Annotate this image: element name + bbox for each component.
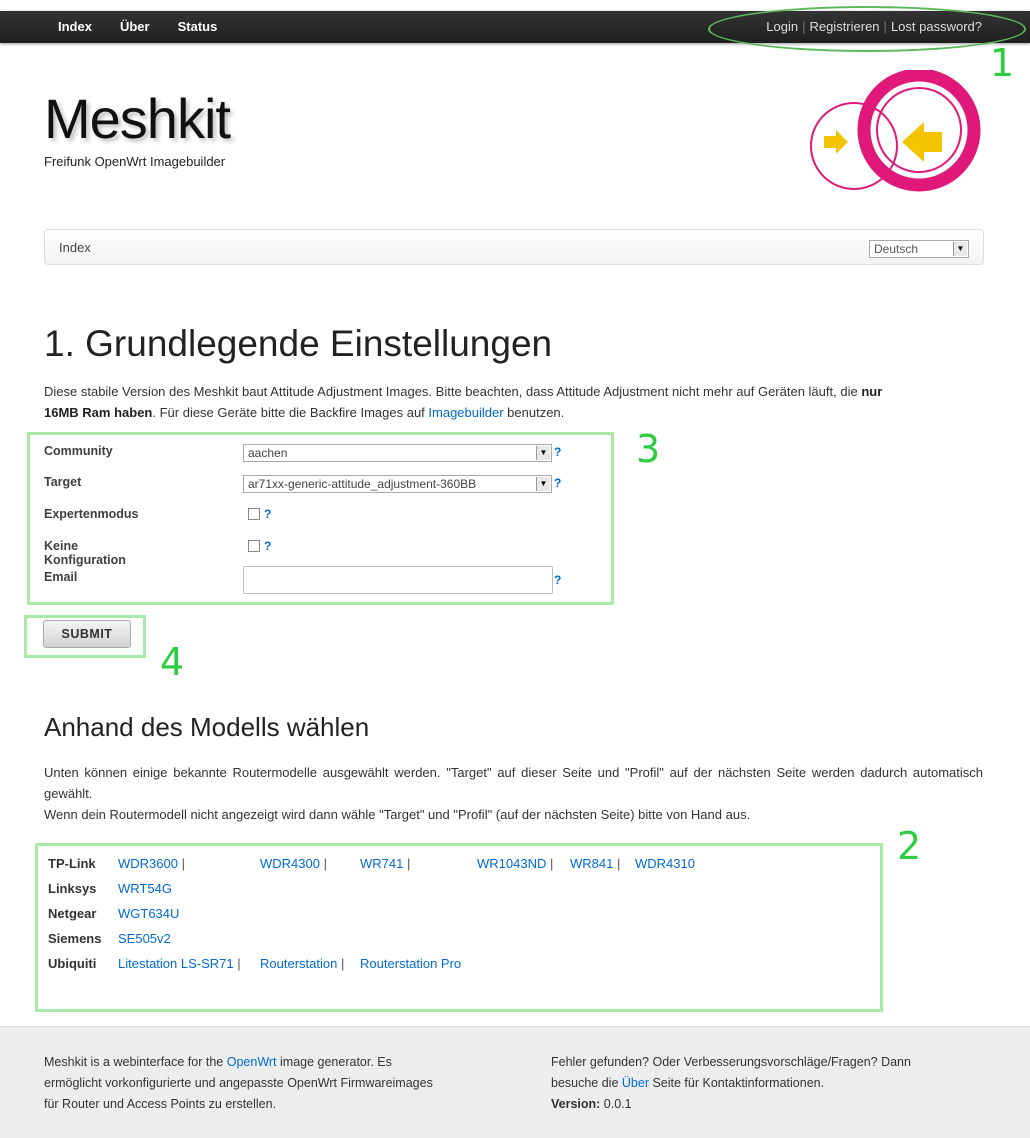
annotation-number-2: 2: [897, 824, 922, 868]
breadcrumb-index[interactable]: Index: [59, 240, 91, 255]
email-input[interactable]: [243, 566, 553, 594]
vendor-label: Ubiquiti: [48, 956, 97, 971]
separator: |: [181, 856, 185, 871]
annotation-number-4: 4: [160, 640, 185, 684]
chevron-down-icon: ▼: [953, 242, 967, 256]
footer-text: image generator. Es: [276, 1055, 392, 1069]
nav-uber[interactable]: Über: [106, 11, 164, 43]
models-description: Unten können einige bekannte Routermodel…: [44, 762, 983, 825]
meshkit-logo-icon: [810, 70, 981, 192]
nav-status[interactable]: Status: [164, 11, 232, 43]
chevron-down-icon: ▼: [536, 446, 550, 460]
chevron-down-icon: ▼: [536, 477, 550, 491]
language-select[interactable]: Deutsch ▼: [869, 240, 969, 258]
community-select[interactable]: aachen ▼: [243, 444, 552, 462]
router-link[interactable]: WR841: [570, 856, 613, 871]
separator: |: [406, 856, 411, 871]
separator: |: [323, 856, 327, 871]
noconfig-checkbox[interactable]: [248, 540, 260, 552]
annotation-number-3: 3: [636, 427, 661, 471]
noconfig-help-icon[interactable]: ?: [264, 539, 271, 553]
community-value: aachen: [248, 446, 288, 460]
target-value: ar71xx-generic-attitude_adjustment-360BB: [248, 477, 477, 491]
router-link[interactable]: WGT634U: [118, 906, 179, 921]
intro-part: Diese stabile Version des Meshkit baut A…: [44, 384, 862, 399]
version-label: Version:: [551, 1097, 601, 1111]
submit-button[interactable]: SUBMIT: [43, 620, 131, 648]
target-select[interactable]: ar71xx-generic-attitude_adjustment-360BB…: [243, 475, 552, 493]
router-link[interactable]: WDR4310: [635, 856, 695, 871]
expert-label: Expertenmodus: [44, 507, 139, 521]
footer-text: für Router und Access Points zu erstelle…: [44, 1097, 277, 1111]
router-link[interactable]: WDR3600: [118, 856, 178, 871]
footer-about: Meshkit is a webinterface for the OpenWr…: [44, 1052, 433, 1115]
email-help-icon[interactable]: ?: [554, 573, 561, 587]
router-link[interactable]: WDR4300: [260, 856, 320, 871]
expert-help-icon[interactable]: ?: [264, 507, 271, 521]
community-help-icon[interactable]: ?: [554, 445, 561, 459]
separator: |: [549, 856, 554, 871]
imagebuilder-link[interactable]: Imagebuilder: [428, 405, 503, 420]
breadcrumb: Index Deutsch ▼: [44, 229, 984, 265]
page-title: 1. Grundlegende Einstellungen: [44, 323, 553, 364]
footer-text: Fehler gefunden? Oder Verbesserungsvorsc…: [551, 1055, 911, 1069]
site-subtitle: Freifunk OpenWrt Imagebuilder: [44, 154, 226, 169]
router-link[interactable]: WR741: [360, 856, 403, 871]
site-title: Meshkit: [44, 87, 231, 150]
openwrt-link[interactable]: OpenWrt: [227, 1055, 277, 1069]
intro-bold: 16MB Ram haben: [44, 405, 153, 420]
intro-part: . Für diese Geräte bitte die Backfire Im…: [152, 405, 429, 420]
separator: |: [340, 956, 345, 971]
footer-text: ermöglicht vorkonfigurierte und angepass…: [44, 1076, 433, 1090]
vendor-label: Siemens: [48, 931, 102, 946]
expert-checkbox[interactable]: [248, 508, 260, 520]
target-label: Target: [44, 475, 82, 489]
footer-text: Seite für Kontaktinformationen.: [648, 1076, 825, 1090]
version-value: 0.0.1: [600, 1097, 632, 1111]
intro-part: benutzen.: [503, 405, 565, 420]
top-nav: Index Über Status: [44, 11, 231, 43]
vendor-label: Netgear: [48, 906, 97, 921]
footer-text: besuche die: [551, 1076, 622, 1090]
router-link[interactable]: WRT54G: [118, 881, 172, 896]
separator: |: [237, 956, 241, 971]
community-label: Community: [44, 444, 113, 458]
separator: |: [616, 856, 621, 871]
router-link[interactable]: WR1043ND: [477, 856, 546, 871]
uber-link[interactable]: Über: [622, 1076, 649, 1090]
models-title: Anhand des Modells wählen: [44, 712, 370, 742]
vendor-label: TP-Link: [48, 856, 96, 871]
router-link[interactable]: SE505v2: [118, 931, 171, 946]
nav-index[interactable]: Index: [44, 11, 106, 43]
models-desc-line: Unten können einige bekannte Routermodel…: [44, 765, 983, 801]
intro-bold: nur: [861, 384, 883, 399]
target-help-icon[interactable]: ?: [554, 476, 561, 490]
email-label: Email: [44, 570, 78, 584]
router-link[interactable]: Routerstation: [260, 956, 337, 971]
vendor-label: Linksys: [48, 881, 97, 896]
annotation-ellipse-1: [708, 6, 1026, 52]
router-link[interactable]: Routerstation Pro: [360, 956, 461, 971]
language-value: Deutsch: [874, 242, 919, 256]
noconfig-label: Keine Konfiguration: [44, 539, 126, 567]
annotation-number-1: 1: [990, 41, 1015, 85]
footer-text: Meshkit is a webinterface for the: [44, 1055, 227, 1069]
intro-text: Diese stabile Version des Meshkit baut A…: [44, 381, 989, 423]
footer: Meshkit is a webinterface for the OpenWr…: [0, 1026, 1030, 1138]
models-desc-line: Wenn dein Routermodell nicht angezeigt w…: [44, 807, 751, 822]
footer-contact: Fehler gefunden? Oder Verbesserungsvorsc…: [551, 1052, 911, 1115]
router-link[interactable]: Litestation LS-SR71: [118, 956, 234, 971]
